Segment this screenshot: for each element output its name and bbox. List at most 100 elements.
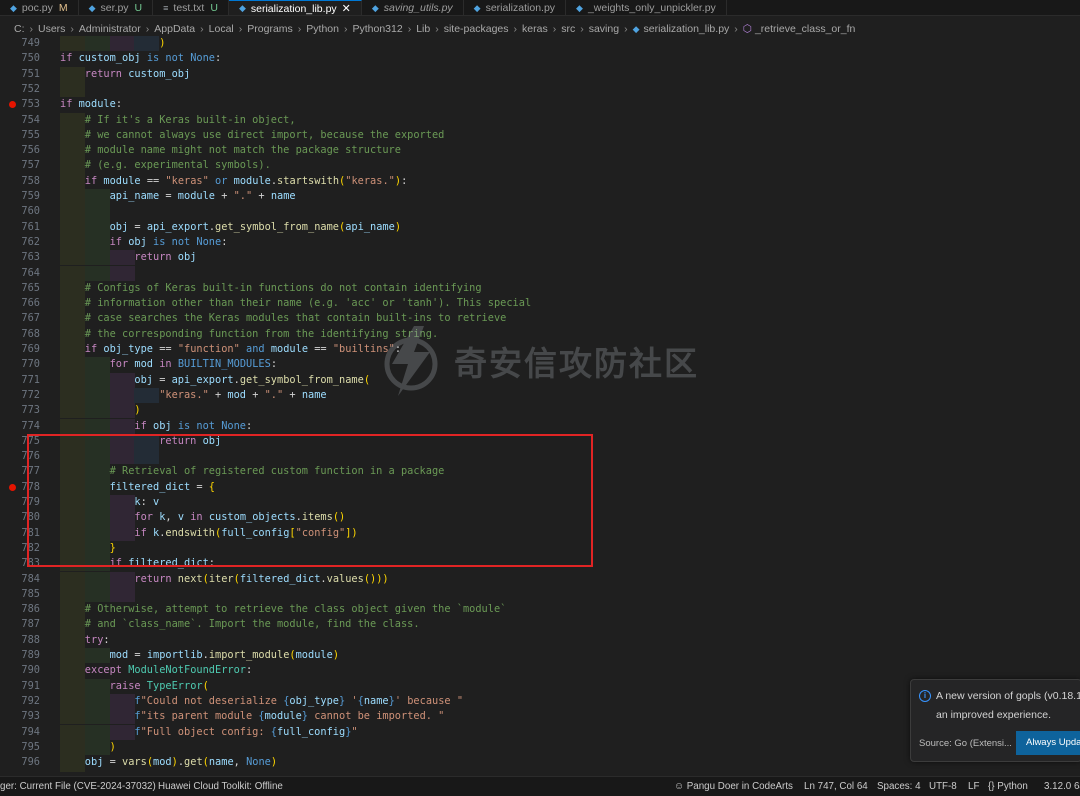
- breadcrumb-item[interactable]: Lib: [416, 23, 430, 35]
- code-line[interactable]: 785: [0, 586, 1080, 603]
- code-line[interactable]: 759 api_name = module + "." + name: [0, 189, 1080, 205]
- breadcrumb-item[interactable]: keras: [522, 23, 548, 35]
- code-line[interactable]: 751 return custom_obj: [0, 66, 1080, 82]
- line-number[interactable]: 786: [0, 602, 40, 617]
- line-number[interactable]: 759: [0, 189, 40, 204]
- tab-test-txt[interactable]: ≡ test.txt U: [153, 0, 229, 15]
- code-line[interactable]: 755 # we cannot always use direct import…: [0, 127, 1080, 144]
- breadcrumb-item[interactable]: saving: [589, 23, 619, 35]
- codearts-status[interactable]: ☺ Pangu Doer in CodeArts: [674, 781, 793, 792]
- code-line[interactable]: 752: [0, 81, 1080, 98]
- toolkit-status[interactable]: Huawei Cloud Toolkit: Offline: [158, 781, 283, 792]
- code-editor[interactable]: 749 ) 750 if custom_obj is not None: 751 re…: [0, 36, 1080, 772]
- breadcrumb-item[interactable]: C:: [14, 23, 25, 35]
- breadcrumb-item[interactable]: ⬡ _retrieve_class_or_fn: [743, 23, 856, 35]
- line-number[interactable]: 751: [0, 67, 40, 82]
- code-line[interactable]: 767 # case searches the Keras modules th…: [0, 311, 1080, 327]
- encoding-status[interactable]: UTF-8: [929, 781, 957, 792]
- tab-serialization-lib-py[interactable]: ◆ serialization_lib.py ✕: [228, 0, 362, 15]
- code-line[interactable]: 770 for mod in BUILTIN_MODULES:: [0, 357, 1080, 373]
- code-line[interactable]: 773 ): [0, 403, 1080, 419]
- line-number[interactable]: 788: [0, 633, 40, 648]
- code-line[interactable]: 769 if obj_type == "function" and module…: [0, 342, 1080, 358]
- line-number[interactable]: 782: [0, 541, 40, 556]
- code-line[interactable]: 784 return next(iter(filtered_dict.value…: [0, 571, 1080, 587]
- code-line[interactable]: 771 obj = api_export.get_symbol_from_nam…: [0, 372, 1080, 388]
- code-line[interactable]: 780 for k, v in custom_objects.items(): [0, 510, 1080, 526]
- line-number[interactable]: 758: [0, 174, 40, 189]
- line-number[interactable]: 761: [0, 220, 40, 235]
- code-line[interactable]: 797: [0, 770, 1080, 772]
- line-number[interactable]: 795: [0, 740, 40, 755]
- breadcrumb-item[interactable]: Python312: [352, 23, 402, 35]
- line-number[interactable]: 776: [0, 449, 40, 464]
- line-number[interactable]: 749: [0, 36, 40, 51]
- code-line[interactable]: 772 "keras." + mod + "." + name: [0, 387, 1080, 404]
- line-number[interactable]: 797: [0, 770, 40, 772]
- tab-poc-py[interactable]: ◆ poc.py M: [0, 0, 79, 15]
- line-number[interactable]: 780: [0, 510, 40, 525]
- code-line[interactable]: 765 # Configs of Keras built-in function…: [0, 280, 1080, 297]
- tab-ser-py[interactable]: ◆ ser.py U: [79, 0, 154, 15]
- code-line[interactable]: 777 # Retrieval of registered custom fun…: [0, 464, 1080, 480]
- code-line[interactable]: 761 obj = api_export.get_symbol_from_nam…: [0, 219, 1080, 235]
- line-number[interactable]: 752: [0, 82, 40, 97]
- line-number[interactable]: 791: [0, 679, 40, 694]
- line-number[interactable]: 753: [0, 97, 40, 112]
- line-number[interactable]: 778: [0, 480, 40, 495]
- code-line[interactable]: 753 if module:: [0, 97, 1080, 112]
- line-number[interactable]: 770: [0, 357, 40, 372]
- line-number[interactable]: 792: [0, 694, 40, 709]
- line-number[interactable]: 750: [0, 51, 40, 66]
- code-line[interactable]: 764: [0, 265, 1080, 281]
- code-line[interactable]: 779 k: v: [0, 495, 1080, 511]
- code-line[interactable]: 766 # information other than their name …: [0, 296, 1080, 312]
- breadcrumb-item[interactable]: Administrator: [79, 23, 141, 35]
- line-number[interactable]: 760: [0, 204, 40, 219]
- line-number[interactable]: 781: [0, 526, 40, 541]
- code-line[interactable]: 775 return obj: [0, 433, 1080, 450]
- code-line[interactable]: 789 mod = importlib.import_module(module…: [0, 648, 1080, 664]
- line-number[interactable]: 775: [0, 434, 40, 449]
- code-line[interactable]: 756 # module name might not match the pa…: [0, 143, 1080, 159]
- tab-saving-utils-py[interactable]: ◆ saving_utils.py: [362, 0, 464, 15]
- code-line[interactable]: 776: [0, 449, 1080, 465]
- line-number[interactable]: 766: [0, 296, 40, 311]
- line-number[interactable]: 794: [0, 725, 40, 740]
- python-version[interactable]: 3.12.0 64: [1044, 781, 1080, 792]
- line-number[interactable]: 767: [0, 311, 40, 326]
- line-number[interactable]: 754: [0, 113, 40, 128]
- tab-serialization-py[interactable]: ◆ serialization.py: [464, 0, 567, 15]
- code-line[interactable]: 760: [0, 204, 1080, 220]
- always-update-button[interactable]: Always Upda: [1016, 731, 1080, 755]
- code-line[interactable]: 757 # (e.g. experimental symbols).: [0, 158, 1080, 174]
- breadcrumb-item[interactable]: Python: [306, 23, 339, 35]
- eol-status[interactable]: LF: [968, 781, 979, 792]
- line-number[interactable]: 763: [0, 250, 40, 265]
- debug-config-status[interactable]: ger: Current File (CVE-2024-37032): [0, 781, 156, 792]
- code-line[interactable]: 790 except ModuleNotFoundError:: [0, 663, 1080, 679]
- line-number[interactable]: 764: [0, 266, 40, 281]
- language-mode[interactable]: {} Python: [988, 781, 1028, 792]
- line-number[interactable]: 755: [0, 128, 40, 143]
- code-line[interactable]: 768 # the corresponding function from th…: [0, 326, 1080, 342]
- code-line[interactable]: 782 }: [0, 540, 1080, 557]
- indentation-status[interactable]: Spaces: 4: [877, 781, 921, 792]
- breadcrumb-item[interactable]: Users: [38, 23, 65, 35]
- breadcrumb-item[interactable]: Local: [209, 23, 234, 35]
- breadcrumb-item[interactable]: site-packages: [444, 23, 509, 35]
- code-line[interactable]: 778 filtered_dict = {: [0, 479, 1080, 495]
- line-number[interactable]: 771: [0, 373, 40, 388]
- breadcrumb-item[interactable]: src: [561, 23, 575, 35]
- line-number[interactable]: 757: [0, 158, 40, 173]
- tab--weights-only-unpickler-py[interactable]: ◆ _weights_only_unpickler.py: [566, 0, 727, 15]
- code-line[interactable]: 787 # and `class_name`. Import the modul…: [0, 617, 1080, 633]
- line-number[interactable]: 783: [0, 556, 40, 571]
- code-line[interactable]: 783 if filtered_dict:: [0, 556, 1080, 572]
- cursor-position[interactable]: Ln 747, Col 64: [804, 781, 868, 792]
- line-number[interactable]: 772: [0, 388, 40, 403]
- breadcrumb-item[interactable]: Programs: [247, 23, 293, 35]
- code-line[interactable]: 754 # If it's a Keras built-in object,: [0, 112, 1080, 128]
- line-number[interactable]: 756: [0, 143, 40, 158]
- breadcrumb-item[interactable]: AppData: [154, 23, 195, 35]
